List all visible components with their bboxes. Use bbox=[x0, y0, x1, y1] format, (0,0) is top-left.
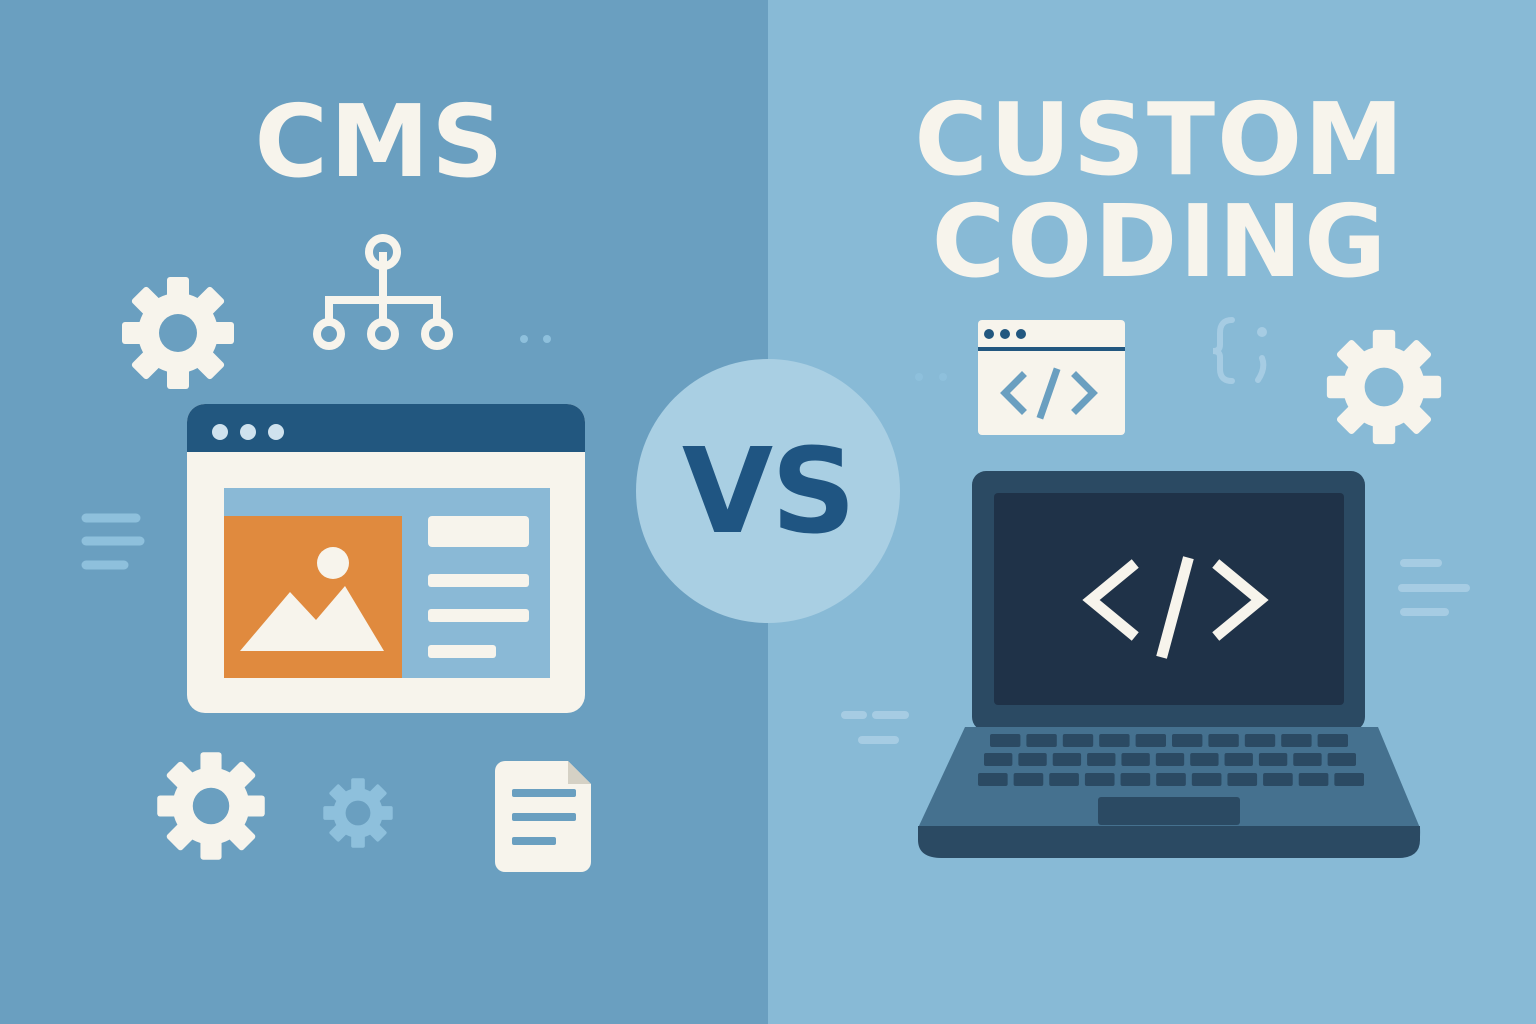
keyboard-key bbox=[1087, 753, 1116, 766]
keyboard-key bbox=[1135, 734, 1166, 747]
keyboard-key bbox=[1327, 753, 1356, 766]
keyboard-key bbox=[1099, 734, 1130, 747]
laptop bbox=[918, 471, 1421, 858]
keyboard-key bbox=[1317, 734, 1348, 747]
keyboard-key bbox=[984, 753, 1013, 766]
keyboard-key bbox=[990, 734, 1021, 747]
keyboard-key bbox=[1155, 753, 1185, 766]
keyboard-key bbox=[1227, 773, 1258, 786]
document-icon bbox=[495, 761, 591, 872]
keyboard-key bbox=[1190, 753, 1219, 766]
keyboard-key bbox=[1208, 734, 1239, 747]
keyboard-key bbox=[1334, 773, 1364, 786]
keyboard-key bbox=[1084, 773, 1115, 786]
decor-lines bbox=[81, 513, 145, 570]
gear-icon bbox=[157, 752, 265, 860]
keyboard-key bbox=[1191, 773, 1222, 786]
keyboard-key bbox=[1263, 773, 1293, 786]
keyboard-key bbox=[978, 773, 1008, 786]
keyboard-key bbox=[1293, 753, 1322, 766]
image-icon bbox=[224, 516, 402, 678]
keyboard-key bbox=[1026, 734, 1057, 747]
code-browser-window bbox=[978, 320, 1125, 435]
keyboard-key bbox=[1172, 734, 1203, 747]
keyboard-key bbox=[1121, 753, 1150, 766]
keyboard-key bbox=[1052, 753, 1082, 766]
keyboard-key bbox=[1018, 753, 1047, 766]
keyboard-key bbox=[1013, 773, 1044, 786]
keyboard-key bbox=[1062, 734, 1094, 747]
gear-icon bbox=[1326, 329, 1442, 445]
sitemap-icon bbox=[313, 234, 453, 350]
keyboard-key bbox=[1224, 753, 1253, 766]
gear-icon bbox=[323, 778, 393, 848]
keyboard-key bbox=[1281, 734, 1312, 747]
trackpad bbox=[1098, 797, 1240, 825]
keyboard-key bbox=[1244, 734, 1276, 747]
keyboard-key bbox=[1049, 773, 1079, 786]
keyboard-key bbox=[1298, 773, 1329, 786]
keyboard-key bbox=[1156, 773, 1186, 786]
vs-label: VS bbox=[681, 422, 856, 560]
cms-browser-window bbox=[187, 404, 585, 713]
gear-icon bbox=[122, 277, 234, 389]
keyboard-key bbox=[1120, 773, 1151, 786]
braces-icon bbox=[1212, 317, 1267, 384]
keyboard-key bbox=[1258, 753, 1288, 766]
